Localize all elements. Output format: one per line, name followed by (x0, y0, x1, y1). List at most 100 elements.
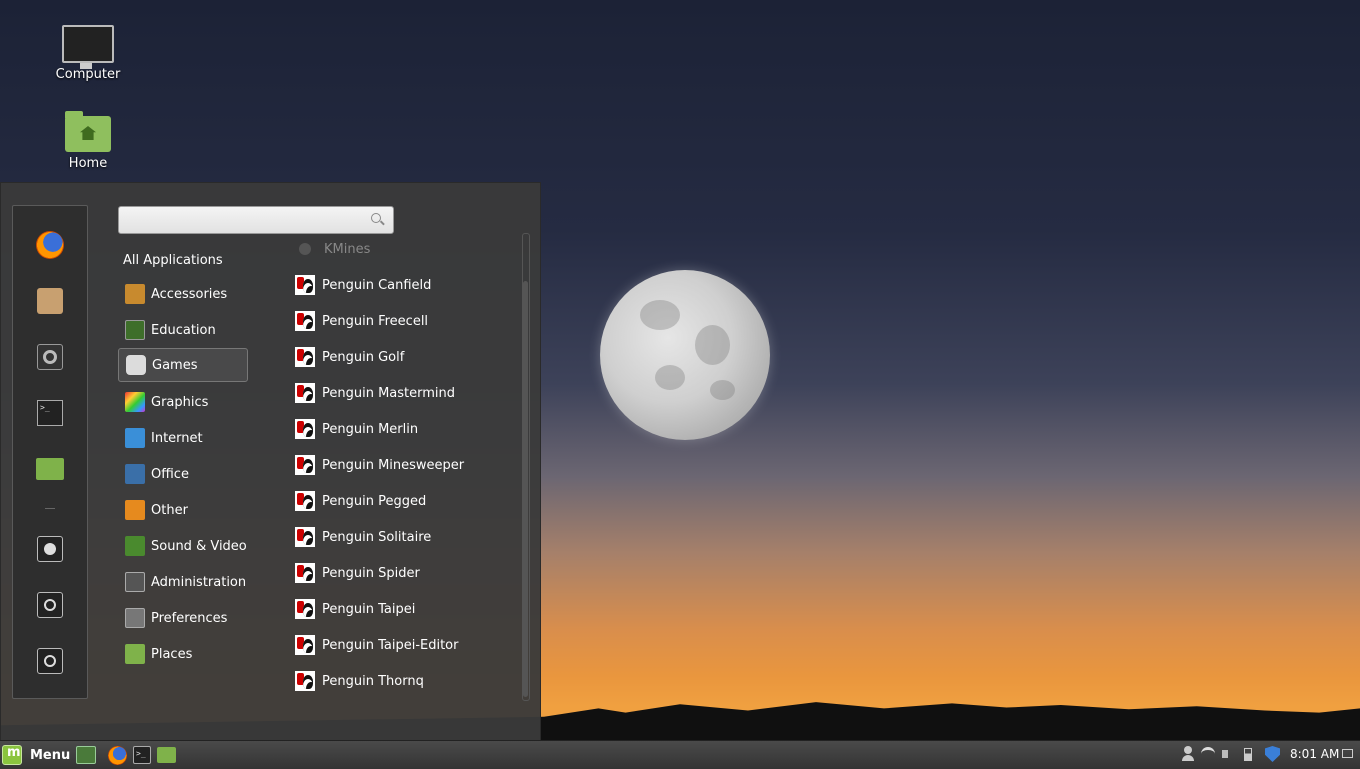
category-label: Preferences (151, 610, 228, 626)
folder-icon (36, 458, 64, 480)
app-label: Penguin Golf (322, 349, 405, 365)
firefox-launcher[interactable] (108, 746, 127, 765)
desktop: { "desktop": { "icons": [ {"label": "Com… (0, 0, 1360, 769)
lock-icon (37, 536, 63, 562)
app-label: Penguin Spider (322, 565, 420, 581)
battery-icon[interactable] (1244, 746, 1253, 762)
app-label: Penguin Pegged (322, 493, 427, 509)
app-penguin-spider[interactable]: Penguin Spider (295, 558, 420, 588)
app-label: Penguin Solitaire (322, 529, 432, 545)
favorite-system-settings[interactable] (35, 342, 65, 372)
moon-wallpaper (600, 270, 770, 440)
app-label: Penguin Merlin (322, 421, 419, 437)
other-icon (125, 500, 145, 520)
taskbar: Menu 8:01 AM (0, 740, 1360, 769)
home-desktop-icon[interactable]: Home (43, 111, 133, 171)
education-icon (125, 320, 145, 340)
wifi-icon[interactable] (1201, 746, 1215, 762)
favorite-files[interactable] (35, 454, 65, 484)
category-accessories[interactable]: Accessories (118, 277, 248, 311)
window-list-icon[interactable] (1342, 746, 1357, 762)
menu-button[interactable]: Menu (2, 743, 70, 767)
app-label: Penguin Mastermind (322, 385, 456, 401)
favorite-software-manager[interactable] (35, 286, 65, 316)
penguin-card-icon (295, 311, 315, 331)
category-label: Places (151, 646, 193, 662)
show-desktop-button[interactable] (76, 746, 96, 764)
scrollbar-thumb[interactable] (523, 281, 528, 697)
package-icon (37, 288, 63, 314)
category-games[interactable]: Games (118, 348, 248, 382)
category-label: Internet (151, 430, 203, 446)
app-penguin-canfield[interactable]: Penguin Canfield (295, 270, 431, 300)
clock[interactable]: 8:01 AM (1290, 747, 1339, 761)
search-input[interactable] (127, 207, 367, 233)
files-launcher[interactable] (157, 747, 176, 763)
category-education[interactable]: Education (118, 313, 248, 347)
penguin-card-icon (295, 455, 315, 475)
administration-icon (125, 572, 145, 592)
volume-icon[interactable] (1222, 746, 1236, 762)
logout-button[interactable] (35, 590, 65, 620)
app-penguin-solitaire[interactable]: Penguin Solitaire (295, 522, 431, 552)
app-label: Penguin Canfield (322, 277, 432, 293)
logout-icon (37, 592, 63, 618)
show-desktop-icon (77, 747, 95, 763)
app-penguin-minesweeper[interactable]: Penguin Minesweeper (295, 450, 464, 480)
favorites-bar (12, 205, 88, 699)
search-box[interactable] (118, 206, 394, 234)
category-sound-video[interactable]: Sound & Video (118, 529, 248, 563)
lock-screen-button[interactable] (35, 534, 65, 564)
category-other[interactable]: Other (118, 493, 248, 527)
app-penguin-taipei-editor[interactable]: Penguin Taipei-Editor (295, 630, 458, 660)
favorite-terminal[interactable] (35, 398, 65, 428)
penguin-card-icon (295, 419, 315, 439)
computer-desktop-icon[interactable]: Computer (43, 25, 133, 82)
app-penguin-freecell[interactable]: Penguin Freecell (295, 306, 428, 336)
category-label: Education (151, 322, 216, 338)
category-label: Graphics (151, 394, 209, 410)
penguin-card-icon (295, 383, 315, 403)
category-label: Other (151, 502, 188, 518)
kmines-icon (299, 243, 311, 255)
terminal-launcher[interactable] (133, 746, 151, 764)
favorites-separator (45, 508, 55, 509)
power-icon (37, 648, 63, 674)
category-office[interactable]: Office (118, 457, 248, 491)
category-graphics[interactable]: Graphics (118, 385, 248, 419)
category-label: Office (151, 466, 189, 482)
penguin-card-icon (295, 491, 315, 511)
app-penguin-mastermind[interactable]: Penguin Mastermind (295, 378, 455, 408)
user-icon[interactable] (1181, 746, 1195, 762)
app-penguin-taipei[interactable]: Penguin Taipei (295, 594, 415, 624)
category-label: Accessories (151, 286, 228, 302)
accessories-icon (125, 284, 145, 304)
penguin-card-icon (295, 635, 315, 655)
search-icon (371, 213, 381, 223)
app-penguin-merlin[interactable]: Penguin Merlin (295, 414, 418, 444)
category-label: Sound & Video (151, 538, 247, 554)
home-folder-icon (65, 111, 111, 152)
category-preferences[interactable]: Preferences (118, 601, 248, 635)
category-administration[interactable]: Administration (118, 565, 248, 599)
app-label: Penguin Minesweeper (322, 457, 465, 473)
office-icon (125, 464, 145, 484)
favorite-firefox[interactable] (35, 230, 65, 260)
application-menu: All Applications Accessories Education G… (0, 182, 541, 741)
category-internet[interactable]: Internet (118, 421, 248, 455)
computer-label: Computer (55, 67, 121, 82)
sound-video-icon (125, 536, 145, 556)
app-label: Penguin Freecell (322, 313, 429, 329)
shutdown-button[interactable] (35, 646, 65, 676)
app-kmines[interactable]: KMines (295, 234, 370, 264)
category-all-applications[interactable]: All Applications (118, 243, 253, 277)
graphics-icon (125, 392, 145, 412)
update-manager-shield-icon[interactable] (1265, 746, 1281, 762)
app-penguin-pegged[interactable]: Penguin Pegged (295, 486, 426, 516)
category-label: Administration (151, 574, 247, 590)
app-penguin-thornq[interactable]: Penguin Thornq (295, 666, 424, 696)
penguin-card-icon (295, 527, 315, 547)
penguin-card-icon (295, 599, 315, 619)
category-places[interactable]: Places (118, 637, 248, 671)
app-penguin-golf[interactable]: Penguin Golf (295, 342, 404, 372)
